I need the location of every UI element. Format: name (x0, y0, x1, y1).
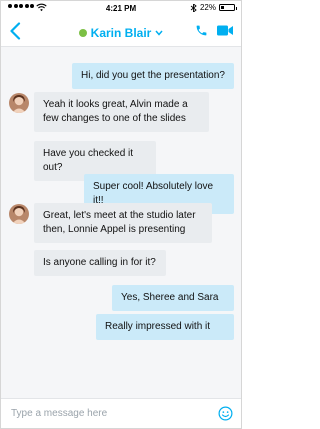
bluetooth-icon (190, 3, 197, 12)
battery-icon (219, 4, 237, 11)
message-received[interactable]: Great, let's meet at the studio later th… (34, 203, 212, 243)
chat-screen: 4:21 PM 22% Karin Blair Hi, did you get … (0, 0, 242, 429)
status-bar: 4:21 PM 22% (1, 1, 241, 15)
message-input[interactable]: Type a message here (11, 408, 107, 419)
contact-title-button[interactable]: Karin Blair (78, 26, 164, 40)
contact-name: Karin Blair (90, 26, 152, 40)
message-composer[interactable]: Type a message here (1, 398, 241, 428)
chat-header: Karin Blair (1, 15, 241, 47)
contact-avatar[interactable] (9, 204, 29, 224)
video-camera-icon[interactable] (217, 25, 233, 36)
message-sent[interactable]: Really impressed with it (96, 314, 234, 340)
message-sent[interactable]: Yes, Sheree and Sara (112, 285, 234, 311)
battery-percent: 22% (199, 3, 216, 12)
message-sent[interactable]: Hi, did you get the presentation? (72, 63, 234, 89)
emoji-icon[interactable] (218, 406, 233, 421)
message-received[interactable]: Is anyone calling in for it? (34, 250, 166, 276)
chevron-down-icon (155, 30, 163, 36)
phone-icon[interactable] (195, 24, 208, 37)
contact-avatar[interactable] (9, 93, 29, 113)
presence-dot (78, 29, 87, 37)
message-received[interactable]: Yeah it looks great, Alvin made a few ch… (34, 92, 209, 132)
